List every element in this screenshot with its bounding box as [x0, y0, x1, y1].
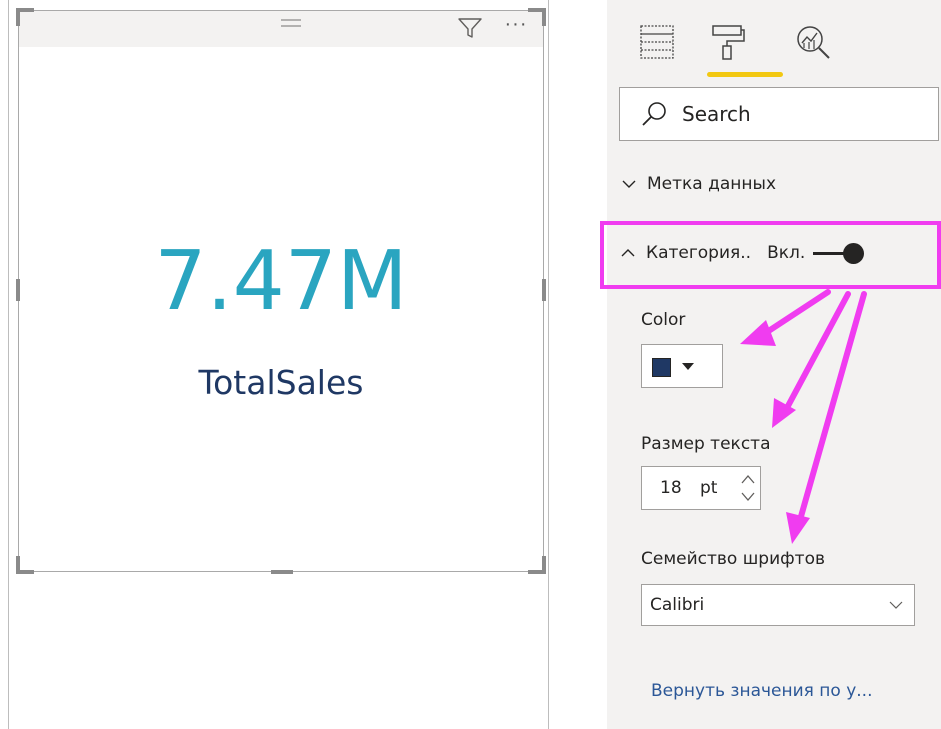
font-family-dropdown[interactable]: Calibri: [641, 584, 915, 626]
section-category[interactable]: Категория.. Вкл.: [620, 243, 865, 264]
color-label: Color: [641, 310, 686, 330]
card-value: 7.47M: [154, 234, 408, 329]
text-size-label: Размер текста: [641, 434, 771, 454]
paint-roller-icon[interactable]: [707, 22, 747, 62]
color-swatch: [652, 358, 671, 377]
caret-down-icon: [682, 363, 694, 370]
filter-icon[interactable]: [457, 17, 483, 39]
stepper-icon[interactable]: [738, 470, 758, 506]
font-family-value: Calibri: [650, 595, 705, 615]
category-toggle[interactable]: [813, 243, 865, 264]
card-visual[interactable]: ··· 7.47M TotalSales: [16, 8, 546, 574]
resize-handle-top-right[interactable]: [528, 8, 546, 26]
category-section-highlight[interactable]: Категория.. Вкл.: [600, 221, 941, 289]
drag-handle-icon[interactable]: [281, 18, 301, 28]
section-data-label[interactable]: Метка данных: [621, 174, 776, 198]
resize-handle-bottom[interactable]: [271, 570, 293, 574]
toggle-knob: [843, 243, 865, 264]
section-data-label-text: Метка данных: [647, 174, 777, 194]
revert-to-default-link[interactable]: Вернуть значения по у...: [651, 681, 872, 701]
color-picker[interactable]: [641, 344, 723, 388]
text-size-input[interactable]: 18 pt: [641, 466, 761, 510]
resize-handle-bottom-right[interactable]: [528, 556, 546, 574]
format-pane: Метка данных Color Размер текста 18 pt С…: [607, 0, 941, 729]
chevron-down-icon: [622, 180, 636, 188]
font-family-label: Семейство шрифтов: [641, 549, 825, 569]
card-category-label: TotalSales: [198, 363, 364, 402]
visual-header: ···: [19, 11, 543, 47]
search-icon: [642, 102, 666, 126]
text-size-unit: pt: [700, 478, 718, 498]
analytics-icon[interactable]: [793, 22, 833, 62]
search-box[interactable]: [619, 87, 939, 141]
resize-handle-bottom-left[interactable]: [16, 556, 34, 574]
chevron-up-icon: [621, 249, 635, 257]
chevron-down-icon: [889, 601, 903, 609]
canvas-border-left: [8, 0, 9, 729]
section-category-label: Категория..: [646, 243, 752, 263]
toggle-state-label: Вкл.: [767, 243, 806, 263]
fields-icon[interactable]: [637, 22, 677, 62]
text-size-value: 18: [660, 478, 682, 498]
active-tab-indicator: [707, 72, 783, 77]
search-input[interactable]: [682, 98, 922, 130]
report-canvas: ··· 7.47M TotalSales: [0, 0, 607, 729]
canvas-border-right: [548, 0, 549, 729]
resize-handle-top-left[interactable]: [16, 8, 34, 26]
